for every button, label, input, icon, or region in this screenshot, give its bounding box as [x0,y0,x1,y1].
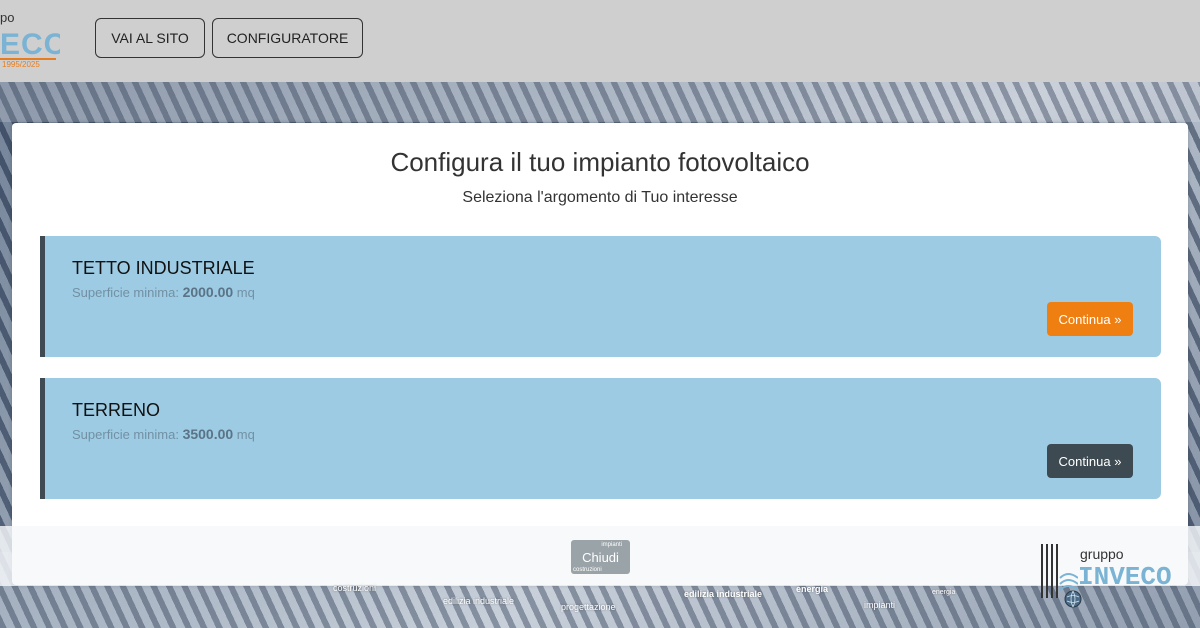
close-label: Chiudi [582,549,619,565]
continue-button[interactable]: Continua » [1047,444,1133,478]
footer-tag: edilizia industriale [443,596,515,606]
logo-name: INVECO [1078,562,1172,592]
footer-tag: energia [932,589,956,596]
footer-tag: progettazione [561,602,616,612]
meta-label: Superficie minima: [72,427,179,442]
page-subtitle: Seleziona l'argomento di Tuo interesse [462,189,738,206]
logo[interactable]: po ECO 1995/2025 [0,8,60,74]
meta-unit: mq [236,427,255,442]
logo-brand: ECO [0,28,60,61]
option-title: TETTO INDUSTRIALE [72,258,255,278]
option-title: TERRENO [72,400,161,420]
option-meta: Superficie minima: 2000.00 mq [72,284,255,300]
option-card-terreno[interactable]: TERRENO Superficie minima: 3500.00 mq Co… [40,378,1161,499]
meta-label: Superficie minima: [72,285,179,300]
meta-value: 3500.00 [182,426,234,442]
footer-tag: edilizia industriale [684,589,763,599]
logo-text-small: po [0,10,15,25]
footer-tag: energia [796,584,829,594]
option-meta: Superficie minima: 3500.00 mq [72,426,255,442]
nav-button-site[interactable]: VAI AL SITO [95,18,205,58]
option-card-tetto[interactable]: TETTO INDUSTRIALE Superficie minima: 200… [40,236,1161,357]
close-small-top: impianti [601,542,622,548]
page-title: Configura il tuo impianto fotovoltaico [390,147,810,177]
logo-years: 1995/2025 [2,60,40,69]
footer-tag: costruzioni [333,583,377,593]
meta-unit: mq [236,285,255,300]
continue-button[interactable]: Continua » [1047,302,1133,336]
close-button[interactable]: Chiudi impianti costruzioni [571,540,630,574]
top-bar: po ECO 1995/2025 VAI AL SITO CONFIGURATO… [0,0,1200,82]
meta-value: 2000.00 [182,284,234,300]
globe-icon [1064,590,1082,608]
close-small-bottom: costruzioni [573,567,602,573]
configurator-card: Configura il tuo impianto fotovoltaico S… [12,123,1188,585]
footer-tag: impianti [864,600,896,610]
footer-logo[interactable]: gruppo INVECO [1036,540,1176,612]
nav-button-configurator[interactable]: CONFIGURATORE [212,18,363,58]
logo-small-text: gruppo [1080,546,1124,562]
